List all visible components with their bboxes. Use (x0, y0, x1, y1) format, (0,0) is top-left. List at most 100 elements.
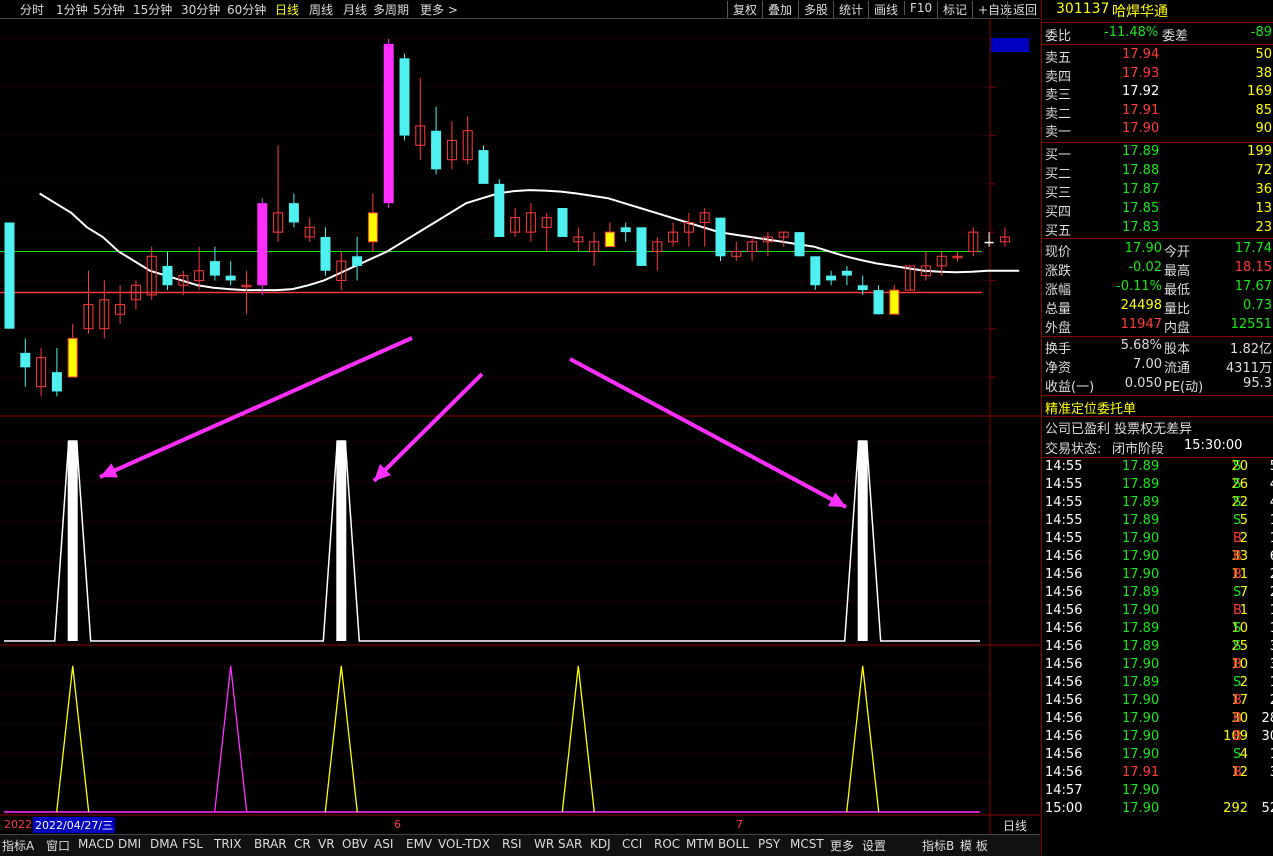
indicator-tab-10[interactable]: OBV (342, 837, 368, 851)
period-tab-5[interactable]: 60分钟 (227, 1, 266, 18)
period-tab-9[interactable]: 多周期 (373, 1, 409, 18)
toolbar-button-6[interactable]: 标记 (937, 1, 967, 18)
indicator-tab-22[interactable]: PSY (758, 837, 780, 851)
ask-vol: 85 (1255, 102, 1272, 118)
tick-time: 14:56 (1045, 657, 1083, 672)
indicator-tab-15[interactable]: WR (534, 837, 554, 851)
ask-vol: 90 (1255, 121, 1272, 137)
tick-time: 14:56 (1045, 621, 1083, 636)
tick-time: 14:55 (1045, 531, 1083, 546)
weibi-row: 委比 -11.48% 委差 -89 (1042, 24, 1273, 44)
indicator-tab-1[interactable]: 窗口 (46, 837, 70, 854)
ask-label: 卖五 (1045, 51, 1072, 66)
tick-price: 17.90 (1122, 801, 1160, 816)
period-tab-2[interactable]: 5分钟 (93, 1, 125, 18)
kline-chart (0, 19, 1040, 834)
indicator-tab-8[interactable]: CR (294, 837, 311, 851)
indicator-tab-0[interactable]: 指标A (2, 837, 34, 854)
indicator-tab-12[interactable]: EMV (406, 837, 432, 851)
tick-row: 14:57 17.90 (1042, 782, 1273, 800)
tick-time: 14:56 (1045, 639, 1083, 654)
tick-row: 14:5617.897S2 (1042, 584, 1273, 602)
toolbar-button-2[interactable]: 多股 (798, 1, 828, 18)
candle (257, 198, 268, 295)
tick-time: 14:56 (1045, 693, 1083, 708)
indicator-tab-25[interactable]: 设置 (862, 837, 886, 854)
ask-row-3: 卖二 17.91 85 (1042, 102, 1273, 122)
toolbar-button-5[interactable]: F10 (904, 1, 932, 15)
period-tab-3[interactable]: 15分钟 (133, 1, 172, 18)
bid-row-4: 买五 17.83 23 (1042, 219, 1273, 239)
toolbar-button-1[interactable]: 叠加 (762, 1, 792, 18)
period-tab-6[interactable]: 日线 (275, 1, 299, 18)
indicator-tab-4[interactable]: DMA (150, 837, 178, 851)
indicator-tab-6[interactable]: TRIX (214, 837, 241, 851)
indicator-tab-16[interactable]: SAR (558, 837, 582, 851)
tick-time: 14:55 (1045, 459, 1083, 474)
bid-price: 17.87 (1122, 182, 1160, 197)
period-tab-8[interactable]: 月线 (343, 1, 367, 18)
indicator-tab-5[interactable]: FSL (182, 837, 203, 851)
toolbar-button-8[interactable]: 返回 (1007, 1, 1037, 18)
candle-body (225, 275, 236, 281)
tick-row: 14:5517.8922S4 (1042, 494, 1273, 512)
stat2-row-0: 换手 5.68% 股本 1.82亿 (1042, 337, 1273, 357)
indicator-tab-24[interactable]: 更多 (830, 837, 854, 854)
indicator-tab-19[interactable]: ROC (654, 837, 680, 851)
indicator-tab-right-1[interactable]: 模 板 (960, 837, 988, 854)
bid-label: 买一 (1045, 148, 1072, 163)
indicator-tab-right-0[interactable]: 指标B (922, 837, 954, 854)
sub1-signal-bar (336, 441, 347, 641)
indicator-tab-21[interactable]: BOLL (718, 837, 749, 851)
tick-num: 28 (1261, 711, 1273, 726)
indicator-tab-9[interactable]: VR (318, 837, 335, 851)
period-tab-10[interactable]: 更多 > (420, 1, 458, 18)
ask-price: 17.90 (1122, 121, 1160, 137)
tick-side: B (1233, 549, 1242, 564)
indicator-tab-17[interactable]: KDJ (590, 837, 611, 851)
indicator-tab-20[interactable]: MTM (686, 837, 714, 851)
quote-header: 301137 哈焊华通 (1042, 0, 1273, 20)
candle-body (288, 203, 299, 223)
tick-price: 17.90 (1122, 657, 1160, 672)
ask-vol: 50 (1255, 47, 1272, 62)
indicator-tab-7[interactable]: BRAR (254, 837, 287, 851)
bid-row-0: 买一 17.89 199 (1042, 143, 1273, 163)
indicator-tab-3[interactable]: DMI (118, 837, 141, 851)
tick-row: 14:5517.902B1 (1042, 530, 1273, 548)
tick-price: 17.90 (1122, 567, 1160, 582)
stat-label: 最高 (1164, 264, 1191, 279)
toolbar-button-4[interactable]: 画线 (868, 1, 898, 18)
indicator-tab-14[interactable]: RSI (502, 837, 522, 851)
indicator-tab-23[interactable]: MCST (790, 837, 824, 851)
bid-price: 17.85 (1122, 201, 1160, 216)
indicator-tab-13[interactable]: VOL-TDX (438, 837, 490, 851)
toolbar-button-0[interactable]: 复权 (727, 1, 757, 18)
period-tab-7[interactable]: 周线 (309, 1, 333, 18)
tick-row: 14:5617.9112B3 (1042, 764, 1273, 782)
period-tab-4[interactable]: 30分钟 (181, 1, 220, 18)
tick-row: 14:5617.9010B3 (1042, 656, 1273, 674)
candle-body (20, 352, 31, 368)
indicator-tab-11[interactable]: ASI (374, 837, 393, 851)
tick-time: 14:56 (1045, 729, 1083, 744)
tick-side: B (1233, 711, 1242, 726)
status-label: 交易状态: (1045, 442, 1102, 457)
banner-1-text: 精准定位委托单 (1045, 402, 1137, 417)
tick-price: 17.89 (1122, 495, 1160, 510)
toolbar-button-3[interactable]: 统计 (833, 1, 863, 18)
weibi-value: -11.48% (1104, 25, 1159, 40)
tick-time: 14:56 (1045, 747, 1083, 762)
tick-price: 17.89 (1122, 621, 1160, 636)
stat-row-4: 外盘 11947 内盘 12551 (1042, 316, 1273, 336)
period-tab-0[interactable]: 分时 (20, 1, 44, 18)
indicator-tab-18[interactable]: CCI (622, 837, 642, 851)
stat-value: 0.73 (1243, 298, 1272, 313)
stat2-value: 0.050 (1124, 376, 1162, 391)
sep (1042, 22, 1273, 23)
tick-time: 14:57 (1045, 783, 1083, 798)
stat2-label: 换手 (1045, 342, 1072, 357)
stat-label: 内盘 (1164, 321, 1191, 336)
period-tab-1[interactable]: 1分钟 (56, 1, 88, 18)
indicator-tab-2[interactable]: MACD (78, 837, 114, 851)
